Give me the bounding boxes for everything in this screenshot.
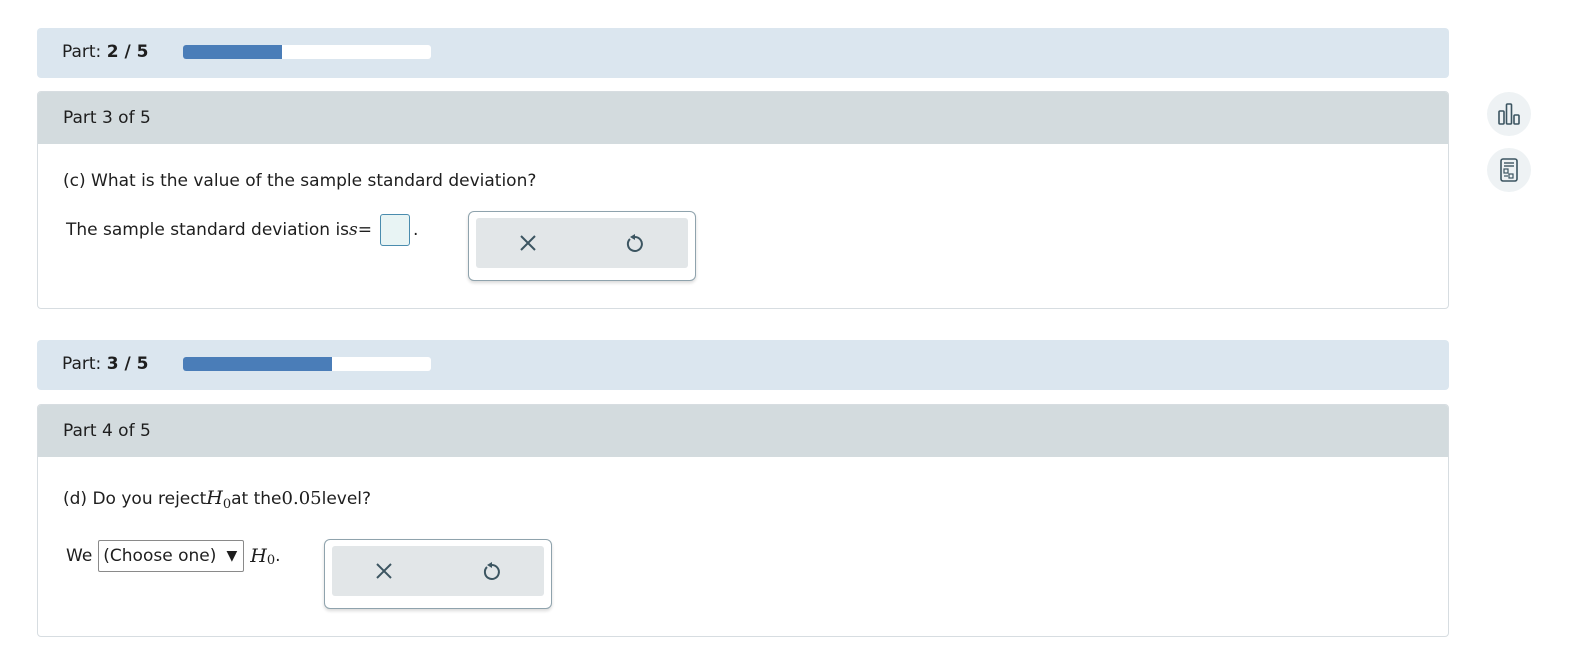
- chevron-down-icon: ▼: [226, 548, 238, 564]
- answer-tools-c: [468, 211, 696, 281]
- math-h-subscript: 0: [266, 552, 276, 568]
- calculator-button[interactable]: [1487, 148, 1531, 192]
- undo-button[interactable]: [620, 229, 648, 257]
- reject-select[interactable]: (Choose one) ▼: [98, 540, 245, 572]
- part-3-header: Part 3 of 5: [38, 92, 1448, 144]
- progress-label: Part: 2 / 5: [62, 42, 149, 62]
- progress-fill: [183, 357, 332, 371]
- clear-button[interactable]: [370, 557, 398, 585]
- bar-chart-icon: [1498, 103, 1520, 125]
- calculator-icon: [1500, 158, 1518, 182]
- answer-prefix: We: [66, 546, 93, 566]
- answer-prefix: The sample standard deviation is: [66, 220, 350, 240]
- math-equals: =: [357, 220, 373, 240]
- question-d: (d) Do you reject H0 at the 0.05 level?: [63, 487, 372, 512]
- progress-track: [183, 45, 431, 59]
- progress-value: 3 / 5: [106, 354, 149, 374]
- answer-line-c: The sample standard deviation is s = .: [66, 214, 418, 246]
- period: .: [413, 220, 419, 240]
- question-c: (c) What is the value of the sample stan…: [63, 171, 537, 191]
- close-icon: [520, 235, 536, 251]
- math-variable-s: s: [349, 220, 358, 240]
- progress-label: Part: 3 / 5: [62, 354, 149, 374]
- part-4-panel: Part 4 of 5 (d) Do you reject H0 at the …: [37, 404, 1449, 637]
- progress-track: [183, 357, 431, 371]
- data-chart-button[interactable]: [1487, 92, 1531, 136]
- answer-line-d: We (Choose one) ▼ H0.: [66, 540, 281, 572]
- clear-button[interactable]: [514, 229, 542, 257]
- math-h: H: [250, 545, 267, 567]
- select-value: (Choose one): [103, 546, 217, 566]
- math-h: H: [206, 487, 223, 509]
- std-dev-input[interactable]: [380, 214, 411, 246]
- part-4-title: Part 4 of 5: [63, 421, 151, 441]
- period: .: [275, 546, 281, 566]
- part-3-panel: Part 3 of 5 (c) What is the value of the…: [37, 91, 1449, 309]
- progress-bar-part-2: Part: 2 / 5: [37, 28, 1449, 78]
- undo-button[interactable]: [477, 557, 505, 585]
- part-4-header: Part 4 of 5: [38, 405, 1448, 457]
- undo-icon: [626, 234, 643, 252]
- math-level: 0.05: [281, 488, 322, 509]
- answer-tools-d: [324, 539, 552, 609]
- close-icon: [376, 563, 392, 579]
- undo-icon: [483, 562, 500, 580]
- math-h-subscript: 0: [222, 497, 232, 512]
- progress-fill: [183, 45, 283, 59]
- progress-value: 2 / 5: [106, 42, 149, 62]
- progress-bar-part-3: Part: 3 / 5: [37, 340, 1449, 390]
- part-3-title: Part 3 of 5: [63, 108, 151, 128]
